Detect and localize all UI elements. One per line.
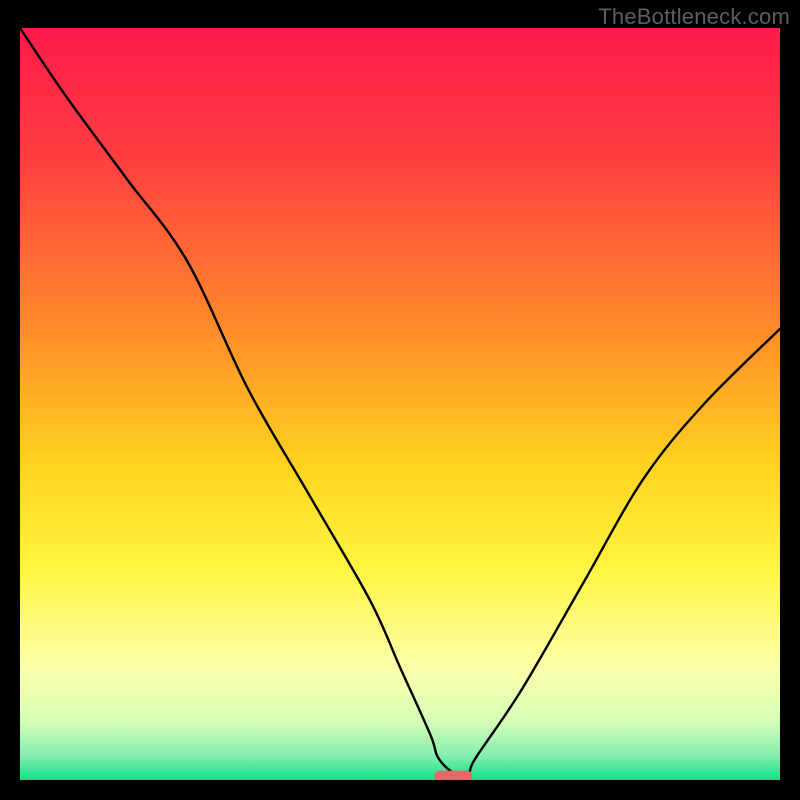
chart-stage: TheBottleneck.com [0, 0, 800, 800]
optimal-marker [434, 771, 472, 782]
bottleneck-chart [0, 0, 800, 800]
attribution-text: TheBottleneck.com [598, 4, 790, 30]
